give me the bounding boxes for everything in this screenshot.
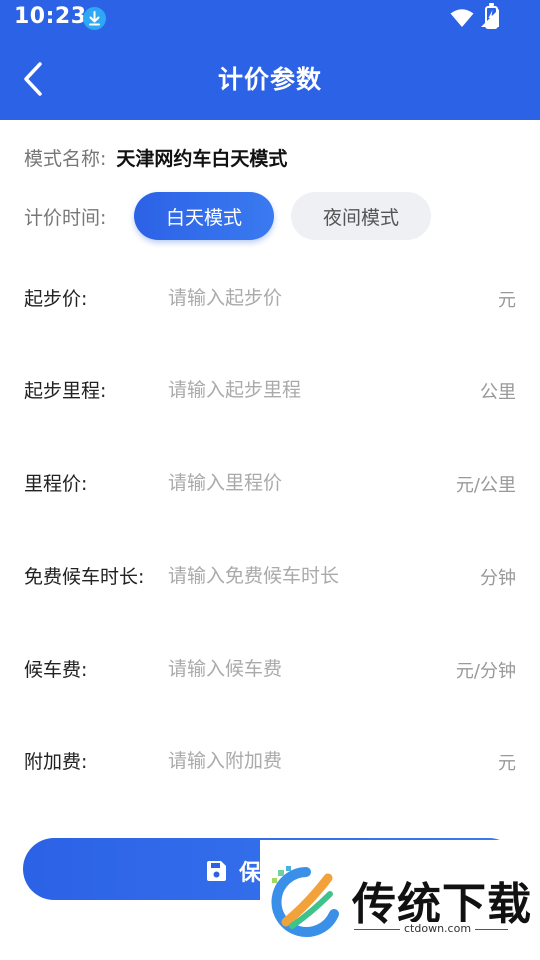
starting-distance-row: 起步里程: 公里 (24, 370, 516, 410)
mode-name-label: 模式名称: (24, 147, 107, 170)
watermark: 传统下载 ctdown.com (260, 840, 540, 960)
app-header: 10:23 计价参数 (0, 0, 540, 120)
free-wait-time-unit: 分钟 (480, 568, 516, 589)
distance-price-input[interactable] (168, 463, 418, 503)
save-icon (207, 861, 226, 881)
surcharge-row: 附加费: 元 (24, 741, 516, 781)
page-title: 计价参数 (217, 65, 322, 94)
starting-price-unit: 元 (498, 290, 516, 311)
night-mode-button[interactable]: 夜间模式 (291, 192, 431, 240)
surcharge-unit: 元 (498, 753, 516, 774)
watermark-url: ctdown.com (400, 922, 476, 935)
download-icon (83, 7, 106, 30)
save-button-content: 保 (205, 855, 263, 887)
starting-distance-unit: 公里 (480, 382, 516, 403)
starting-price-row: 起步价: 元 (24, 278, 516, 318)
mode-name-row: 模式名称: 天津网约车白天模式 (24, 142, 287, 172)
pricing-time-label: 计价时间: (24, 207, 107, 229)
distance-price-label: 里程价: (24, 473, 88, 495)
status-bar: 10:23 (0, 0, 540, 38)
surcharge-label: 附加费: (24, 751, 88, 773)
battery-icon (485, 3, 498, 29)
distance-price-unit: 元/公里 (455, 475, 516, 496)
waiting-fee-input[interactable] (168, 649, 418, 689)
waiting-fee-label: 候车费: (24, 659, 88, 681)
wifi-icon (450, 9, 474, 27)
waiting-fee-row: 候车费: 元/分钟 (24, 649, 516, 689)
starting-distance-label: 起步里程: (24, 380, 107, 402)
day-mode-button[interactable]: 白天模式 (134, 192, 274, 240)
free-wait-time-input[interactable] (168, 556, 418, 596)
surcharge-input[interactable] (168, 741, 418, 781)
distance-price-row: 里程价: 元/公里 (24, 463, 516, 503)
starting-price-input[interactable] (168, 278, 418, 318)
starting-distance-input[interactable] (168, 370, 418, 410)
starting-price-label: 起步价: (24, 288, 88, 310)
mode-name-value: 天津网约车白天模式 (116, 147, 288, 170)
watermark-logo-icon (271, 866, 339, 937)
free-wait-time-row: 免费候车时长: 分钟 (24, 556, 516, 596)
pricing-time-row: 计价时间: 白天模式 夜间模式 (24, 192, 524, 240)
status-time: 10:23 (14, 4, 87, 29)
free-wait-time-label: 免费候车时长: (24, 566, 145, 588)
waiting-fee-unit: 元/分钟 (455, 661, 516, 682)
